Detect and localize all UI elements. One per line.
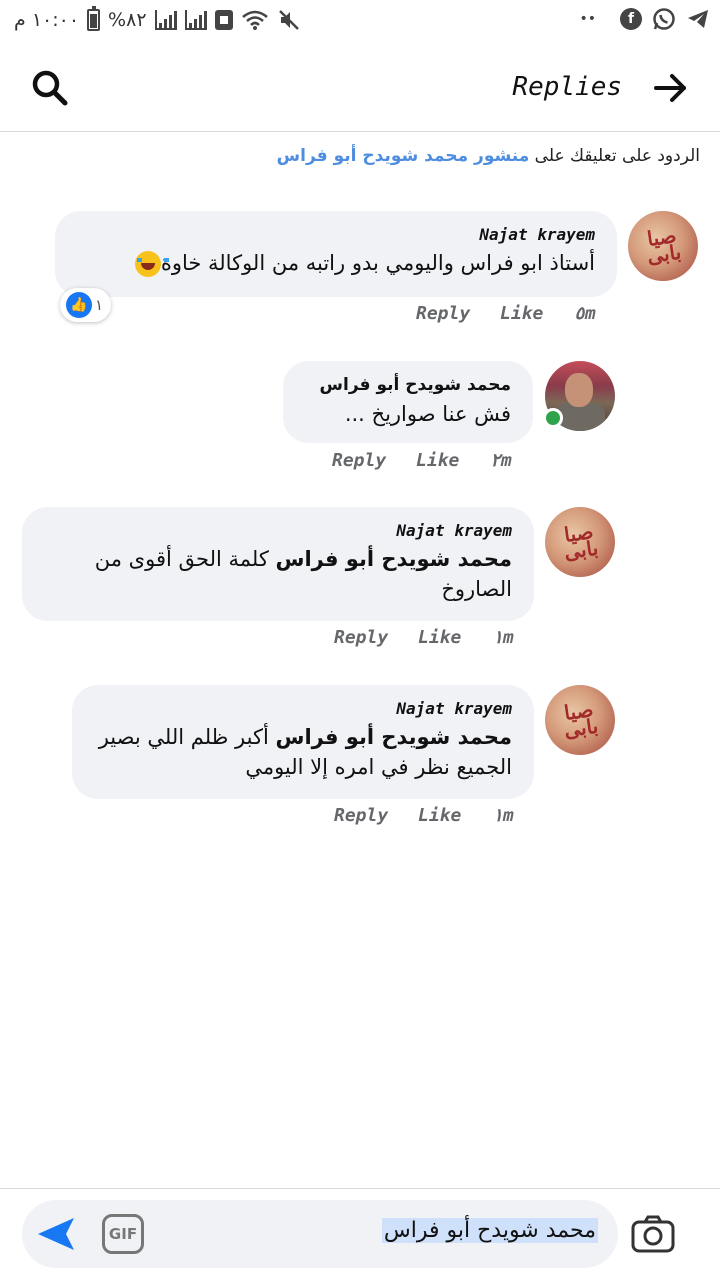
comment-bubble: محمد شويدح أبو فراس فش عنا صواريخ ...: [283, 361, 533, 443]
like-link[interactable]: Like: [418, 627, 492, 648]
reply-composer: GIF محمد شويدح أبو فراس: [22, 1200, 618, 1268]
signal-icon: [154, 10, 177, 30]
comment-author[interactable]: Najat krayem: [94, 699, 512, 718]
whatsapp-icon: [653, 8, 675, 30]
comment-time: ١m: [492, 627, 514, 648]
replies-context: الردود على تعليقك على منشور محمد شويدح أ…: [20, 146, 700, 166]
status-left: ١٠:٠٠ م %٨٢: [14, 6, 301, 32]
post-link[interactable]: منشور محمد شويدح أبو فراس: [277, 146, 530, 166]
comment-text: محمد شويدح أبو فراس أكبر ظلم اللي بصير ا…: [94, 722, 512, 782]
like-link[interactable]: Like: [418, 805, 492, 826]
signal-icon: [184, 10, 207, 30]
context-prefix: الردود على تعليقك على: [529, 146, 700, 166]
wifi-icon: [241, 10, 268, 30]
search-icon[interactable]: [28, 66, 72, 110]
comment-text-body: أستاذ ابو فراس واليومي بدو راتبه من الوك…: [160, 251, 595, 275]
comment-time: ٥m: [574, 303, 596, 324]
status-right: •• f: [579, 7, 710, 31]
reaction-count: ١: [95, 296, 104, 314]
comment-actions: Reply Like ١m: [334, 627, 514, 648]
page-title: Replies: [512, 72, 622, 102]
header: Replies: [0, 44, 720, 132]
avatar[interactable]: صيا بابى: [545, 507, 615, 577]
avatar[interactable]: صيا بابى: [628, 211, 698, 281]
reply-link[interactable]: Reply: [334, 805, 418, 826]
arrow-right-icon[interactable]: [652, 70, 692, 106]
clock: ١٠:٠٠ م: [14, 9, 80, 31]
avatar[interactable]: صيا بابى: [545, 685, 615, 755]
comment-author[interactable]: محمد شويدح أبو فراس: [305, 375, 511, 395]
laughing-emoji-icon: [134, 251, 169, 277]
comment-actions: Reply Like ٥m: [416, 303, 596, 324]
like-link[interactable]: Like: [416, 450, 490, 471]
like-reaction-icon: 👍: [66, 292, 92, 318]
comment-time: ١m: [492, 805, 514, 826]
mention-tag[interactable]: محمد شويدح أبو فراس: [276, 725, 513, 749]
comment-bubble: Najat krayem محمد شويدح أبو فراس أكبر ظل…: [72, 685, 534, 799]
gif-button[interactable]: GIF: [102, 1214, 144, 1254]
battery-percent: %٨٢: [108, 9, 147, 31]
more-dots-icon: ••: [579, 11, 596, 27]
like-link[interactable]: Like: [500, 303, 574, 324]
comment-time: ٢m: [490, 450, 512, 471]
sim-icon: [214, 10, 233, 30]
reply-link[interactable]: Reply: [334, 627, 418, 648]
comment-bubble: Najat krayem محمد شويدح أبو فراس كلمة ال…: [22, 507, 534, 621]
comment-actions: Reply Like ٢m: [332, 450, 512, 471]
reply-input[interactable]: محمد شويدح أبو فراس: [381, 1218, 598, 1243]
reply-link[interactable]: Reply: [416, 303, 500, 324]
reply-link[interactable]: Reply: [332, 450, 416, 471]
comment-text: فش عنا صواريخ ...: [344, 402, 511, 426]
comment-text: محمد شويدح أبو فراس كلمة الحق أقوى من ال…: [44, 544, 512, 604]
battery-icon: [87, 6, 101, 31]
comment-text: أستاذ ابو فراس واليومي بدو راتبه من الوك…: [77, 248, 595, 278]
comment-actions: Reply Like ١m: [334, 805, 514, 826]
status-bar: ١٠:٠٠ م %٨٢ •• f: [0, 0, 720, 44]
comment-author[interactable]: Najat krayem: [44, 521, 512, 540]
online-status-indicator: [543, 408, 563, 428]
mute-icon: [278, 10, 299, 30]
send-icon[interactable]: [34, 1214, 78, 1254]
reaction-badge[interactable]: 👍 ١: [60, 288, 112, 322]
telegram-icon: [688, 10, 708, 28]
composer-divider: [0, 1188, 720, 1189]
comment-bubble: Najat krayem أستاذ ابو فراس واليومي بدو …: [55, 211, 617, 297]
facebook-icon: f: [620, 8, 642, 30]
comment-author[interactable]: Najat krayem: [77, 225, 595, 244]
camera-icon[interactable]: [630, 1214, 676, 1254]
mention-tag[interactable]: محمد شويدح أبو فراس: [276, 547, 513, 571]
